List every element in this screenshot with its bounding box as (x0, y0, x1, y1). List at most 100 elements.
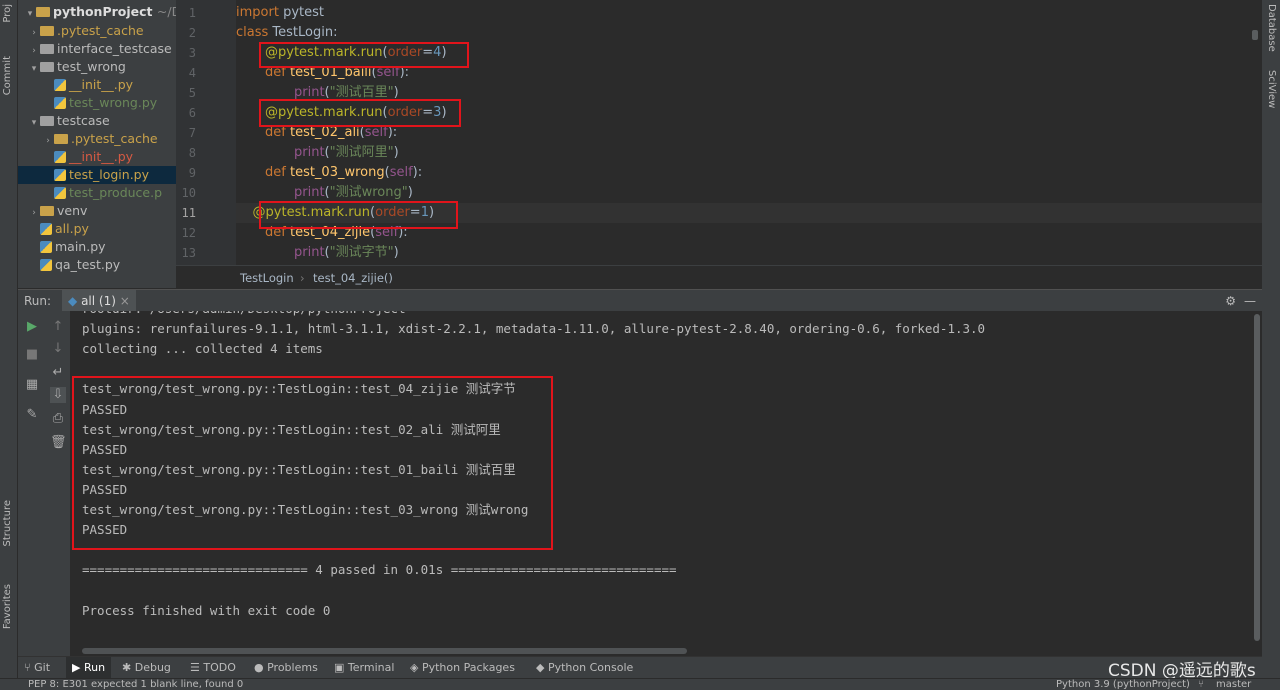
tree-file[interactable]: all.py (18, 220, 176, 238)
tab-terminal[interactable]: ▣ Terminal (334, 657, 394, 679)
favorites-tool-tab[interactable]: Favorites (2, 584, 13, 629)
folder-icon (54, 134, 68, 144)
tree-file[interactable]: __init__.py (18, 76, 176, 94)
tree-item-label: test_produce.p (69, 185, 163, 200)
print-icon[interactable]: ⎙ (50, 411, 66, 427)
tab-python-console-label: Python Console (547, 661, 634, 674)
bottom-tool-tabs: ⑂ Git ▶ Run ✱ Debug ☰ TODO ● Problems ▣ … (18, 656, 1262, 679)
tree-file[interactable]: main.py (18, 238, 176, 256)
database-tool-tab[interactable]: Database (1266, 4, 1277, 52)
terminal-icon: ▣ (334, 661, 345, 674)
console-line: plugins: rerunfailures-9.1.1, html-3.1.1… (82, 321, 986, 337)
tab-git[interactable]: ⑂ Git (24, 657, 50, 679)
tab-python-console[interactable]: ◆ Python Console (536, 657, 633, 679)
python-console-icon: ◆ (536, 661, 545, 674)
python-file-icon (54, 169, 66, 181)
folder-icon (40, 116, 54, 126)
tree-folder[interactable]: ▾ test_wrong (18, 58, 176, 76)
breadcrumb-method[interactable]: test_04_zijie() (313, 266, 393, 290)
tab-run[interactable]: ▶ Run (66, 657, 112, 679)
code-editor[interactable]: import pytest class TestLogin: @pytest.m… (236, 0, 1262, 265)
python-file-icon (54, 187, 66, 199)
code-line-10: print("测试wrong") (294, 185, 413, 200)
right-tool-strip: Database SciView (1262, 0, 1280, 678)
tree-item-label: testcase (57, 113, 110, 128)
tree-file[interactable]: test_wrong.py (18, 94, 176, 112)
structure-tool-tab[interactable]: Structure (2, 500, 13, 547)
layers-icon: ◈ (410, 661, 419, 674)
tree-item-label: main.py (55, 239, 106, 254)
highlight-box-order-3 (259, 99, 461, 127)
tab-problems[interactable]: ● Problems (254, 657, 318, 679)
line-number: 13 (181, 246, 196, 260)
run-tab[interactable]: ◆ all (1) × (62, 290, 136, 312)
project-root[interactable]: ▾pythonProject ~/De (24, 4, 176, 19)
tree-item-label: venv (57, 203, 88, 218)
scroll-up-icon[interactable]: ↑ (50, 319, 66, 335)
pin-icon[interactable]: ✎ (24, 407, 40, 423)
scroll-to-end-icon[interactable]: ⇩ (50, 387, 66, 403)
project-tree: ▾pythonProject ~/De ›.pytest_cache›inter… (18, 0, 176, 288)
tree-item-label: __init__.py (69, 77, 134, 92)
console-horizontal-scrollbar[interactable] (70, 646, 1252, 656)
tab-debug[interactable]: ✱ Debug (122, 657, 171, 679)
highlight-box-order-4 (259, 42, 469, 68)
code-line-13: print("测试字节") (294, 245, 399, 260)
tree-file[interactable]: __init__.py (18, 148, 176, 166)
soft-wrap-icon[interactable]: ↵ (50, 365, 66, 381)
tree-folder[interactable]: › .pytest_cache (18, 22, 176, 40)
line-number: 1 (188, 6, 196, 20)
breadcrumb-class[interactable]: TestLogin (240, 266, 294, 290)
tree-item-label: test_wrong (57, 59, 126, 74)
branch-indicator[interactable]: master (1216, 679, 1251, 690)
line-number: 10 (181, 186, 196, 200)
run-toolbar: ▶ ■ ▦ ✎ ↑ ↓ ↵ ⇩ ⎙ 🗑 (18, 311, 70, 656)
stop-icon[interactable]: ■ (24, 347, 40, 363)
line-number: 12 (181, 226, 196, 240)
tree-item-label: test_login.py (69, 167, 150, 182)
rerun-icon[interactable]: ▶ (24, 319, 40, 335)
tree-file[interactable]: test_produce.p (18, 184, 176, 202)
python-file-icon (40, 223, 52, 235)
run-panel-header: Run: ◆ all (1) × ⚙ — (18, 289, 1262, 312)
code-line-1: import pytest (236, 5, 324, 20)
status-bar: PEP 8: E301 expected 1 blank line, found… (0, 678, 1280, 690)
tab-todo-label: TODO (203, 661, 236, 674)
info-icon: ● (254, 661, 264, 674)
tab-todo[interactable]: ☰ TODO (190, 657, 236, 679)
trash-icon[interactable]: 🗑 (50, 435, 67, 451)
interpreter-indicator[interactable]: Python 3.9 (pythonProject) (1056, 679, 1190, 690)
tree-folder[interactable]: › .pytest_cache (18, 130, 176, 148)
editor-scroll-marker[interactable] (1252, 30, 1258, 40)
tree-folder[interactable]: › venv (18, 202, 176, 220)
highlight-box-results (72, 376, 553, 550)
layout-icon[interactable]: ▦ (24, 377, 40, 393)
breadcrumb: TestLogin › test_04_zijie() (176, 265, 1262, 289)
status-message[interactable]: PEP 8: E301 expected 1 blank line, found… (28, 679, 243, 690)
code-line-8: print("测试阿里") (294, 145, 399, 160)
tree-item-label: test_wrong.py (69, 95, 158, 110)
folder-icon (40, 206, 54, 216)
sciview-tool-tab[interactable]: SciView (1266, 70, 1277, 108)
project-tool-tab[interactable]: Proj (2, 4, 13, 23)
python-file-icon (54, 97, 66, 109)
line-number: 2 (188, 26, 196, 40)
minimize-icon[interactable]: — (1244, 290, 1256, 312)
tab-python-packages[interactable]: ◈ Python Packages (410, 657, 515, 679)
scroll-down-icon[interactable]: ↓ (50, 341, 66, 357)
python-file-icon (40, 259, 52, 271)
console-line: collecting ... collected 4 items (82, 341, 323, 357)
console-output[interactable]: rootdir: /Users/admin/Desktop/pythonProj… (70, 311, 1252, 646)
tree-folder[interactable]: ▾ testcase (18, 112, 176, 130)
close-icon[interactable]: × (120, 294, 130, 308)
run-tab-label: all (1) (81, 294, 116, 308)
tree-file[interactable]: qa_test.py (18, 256, 176, 274)
tree-folder[interactable]: › interface_testcase (18, 40, 176, 58)
tree-item-label: .pytest_cache (57, 23, 144, 38)
left-tool-strip: Proj Commit Structure Favorites (0, 0, 18, 678)
line-number: 7 (188, 126, 196, 140)
gear-icon[interactable]: ⚙ (1225, 290, 1236, 312)
tree-file[interactable]: test_login.py (18, 166, 176, 184)
console-vertical-scrollbar[interactable] (1252, 311, 1262, 646)
commit-tool-tab[interactable]: Commit (2, 56, 13, 95)
